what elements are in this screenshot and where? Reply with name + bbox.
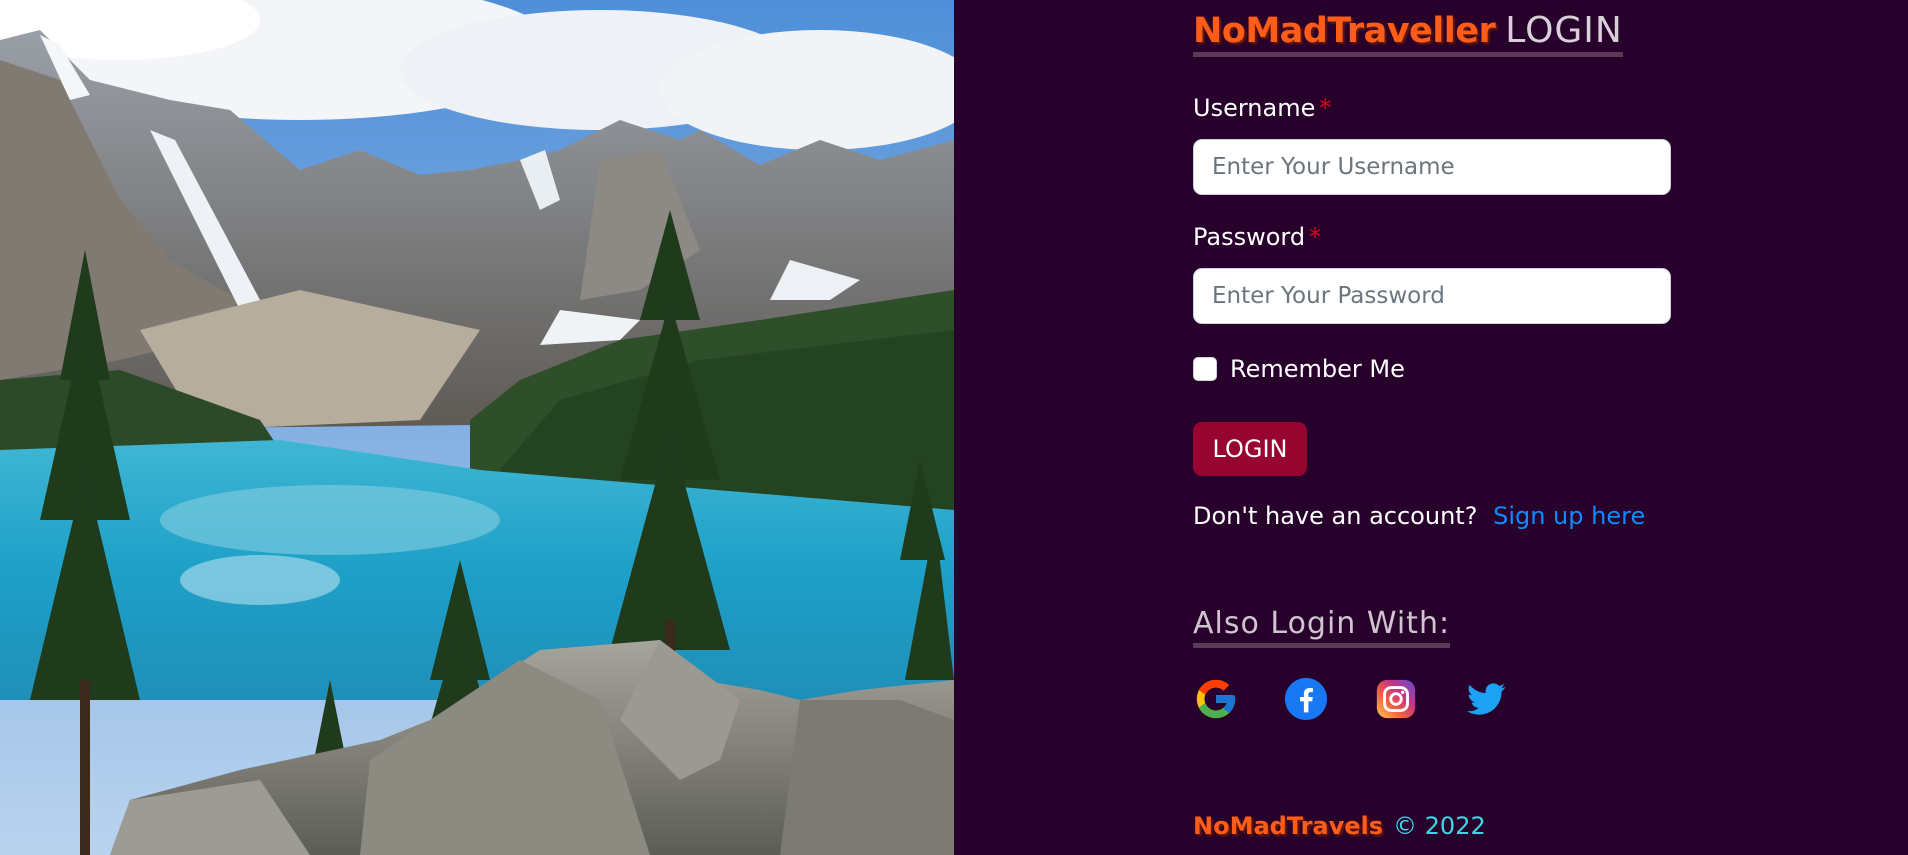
password-input[interactable] <box>1193 268 1671 324</box>
page-title: NoMadTraveller LOGIN <box>1193 10 1623 57</box>
login-button[interactable]: LOGIN <box>1193 422 1307 476</box>
footer: NoMadTravels © 2022 <box>1193 812 1486 840</box>
signup-prompt: Don't have an account? <box>1193 502 1478 530</box>
remember-me-checkbox[interactable] <box>1193 357 1217 381</box>
required-marker: * <box>1319 94 1332 122</box>
footer-copyright: © 2022 <box>1393 812 1486 840</box>
signup-row: Don't have an account? Sign up here <box>1193 502 1645 530</box>
twitter-icon[interactable] <box>1463 676 1509 722</box>
remember-me-label[interactable]: Remember Me <box>1230 355 1405 383</box>
hero-landscape-image <box>0 0 954 855</box>
facebook-icon[interactable] <box>1283 676 1329 722</box>
google-icon[interactable] <box>1193 676 1239 722</box>
social-heading-text: Also Login With: <box>1193 606 1451 641</box>
title-suffix: LOGIN <box>1505 10 1623 51</box>
signup-link[interactable]: Sign up here <box>1493 502 1645 530</box>
password-label-text: Password <box>1193 223 1306 251</box>
username-label-text: Username <box>1193 94 1316 122</box>
username-input[interactable] <box>1193 139 1671 195</box>
footer-brand: NoMadTravels <box>1193 812 1384 840</box>
login-panel: NoMadTravellerLOGIN Username* Password* … <box>954 0 1908 855</box>
instagram-icon[interactable] <box>1373 676 1419 722</box>
password-label: Password * <box>1193 223 1321 251</box>
required-marker: * <box>1309 223 1322 251</box>
mountain-lake-illustration <box>0 0 954 855</box>
social-heading: Also Login With: <box>1193 606 1451 648</box>
brand-name: NoMadTraveller <box>1193 11 1496 51</box>
remember-me-row: Remember Me <box>1193 355 1405 383</box>
username-label: Username * <box>1193 94 1331 122</box>
